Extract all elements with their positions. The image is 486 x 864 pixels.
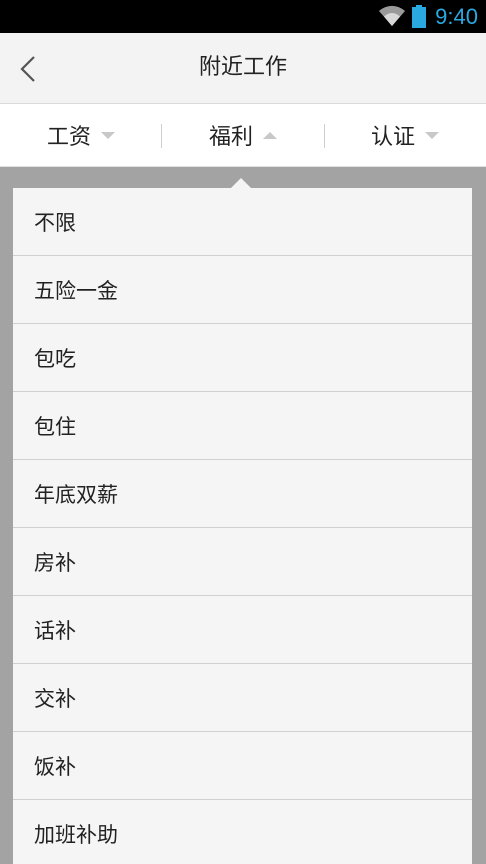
filter-tab-label: 认证	[370, 125, 415, 150]
filter-bar: 工资 福利 认证	[0, 104, 486, 167]
filter-tab-benefits[interactable]: 福利	[162, 104, 324, 166]
dropdown-option-overtime-allowance[interactable]: 加班补助	[13, 800, 472, 864]
dropdown-option-transport-allowance[interactable]: 交补	[13, 664, 472, 732]
wifi-icon	[379, 5, 405, 26]
filter-tab-salary[interactable]: 工资	[0, 104, 162, 166]
title-bar: 附近工作	[0, 33, 486, 104]
status-bar: 9:40	[0, 0, 486, 33]
status-time: 9:40	[435, 4, 478, 29]
triangle-down-icon	[425, 131, 439, 139]
filter-tab-certification[interactable]: 认证	[324, 104, 486, 166]
benefits-dropdown: 不限 五险一金 包吃 包住 年底双薪 房补 话补 交补 饭补 加班补助	[13, 188, 472, 864]
dropdown-option-insurance[interactable]: 五险一金	[13, 256, 472, 324]
filter-tab-label: 福利	[208, 125, 253, 150]
dropdown-option-phone-allowance[interactable]: 话补	[13, 596, 472, 664]
dropdown-option-housing[interactable]: 包住	[13, 392, 472, 460]
battery-icon	[412, 5, 426, 28]
dropdown-option-double-pay[interactable]: 年底双薪	[13, 460, 472, 528]
dropdown-option-unlimited[interactable]: 不限	[13, 188, 472, 256]
page-title: 附近工作	[198, 55, 287, 80]
dropdown-option-meals[interactable]: 包吃	[13, 324, 472, 392]
dropdown-option-meal-allowance[interactable]: 饭补	[13, 732, 472, 800]
dropdown-option-housing-allowance[interactable]: 房补	[13, 528, 472, 596]
filter-tab-label: 工资	[46, 125, 91, 150]
triangle-up-icon	[263, 131, 277, 139]
triangle-down-icon	[101, 131, 115, 139]
